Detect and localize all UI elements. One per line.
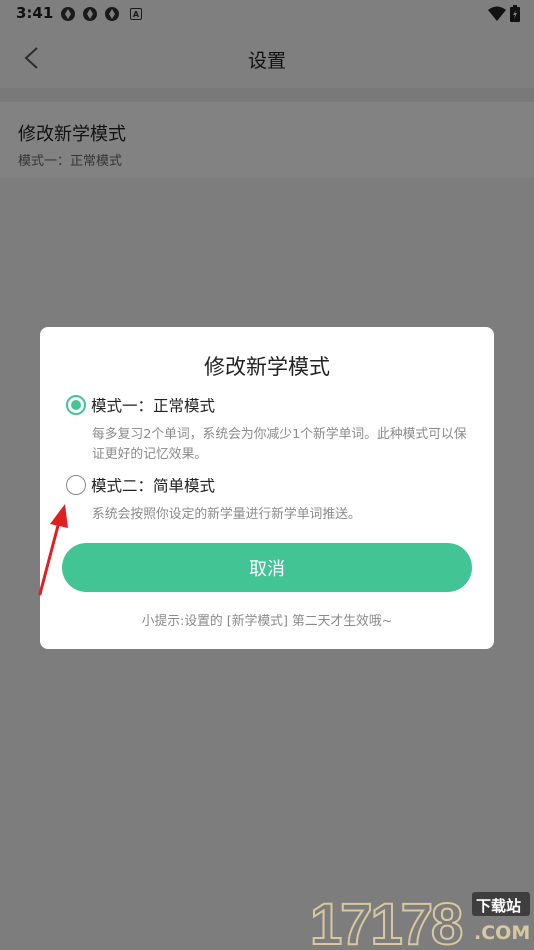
- option-description: 每多复习2个单词，系统会为你减少1个新学单词。此种模式可以保证更好的记忆效果。: [92, 427, 467, 462]
- radio-unchecked-icon[interactable]: [66, 475, 86, 495]
- annotation-arrow-icon: [38, 504, 68, 596]
- option-description: 系统会按照你设定的新学量进行新学单词推送。: [92, 507, 361, 522]
- mode-dialog: 修改新学模式 模式一：正常模式 每多复习2个单词，系统会为你减少1个新学单词。此…: [40, 327, 494, 649]
- option-row[interactable]: 模式二：简单模式: [66, 473, 476, 497]
- radio-checked-icon[interactable]: [66, 395, 86, 415]
- svg-text:17178: 17178: [310, 892, 462, 950]
- watermark-logo: 17178 下载站 .COM: [308, 888, 534, 950]
- option-row[interactable]: 模式一：正常模式: [66, 393, 476, 417]
- watermark-domain: .COM: [474, 922, 531, 944]
- option-label: 模式二：简单模式: [91, 477, 216, 495]
- cancel-button[interactable]: 取消: [62, 543, 472, 592]
- mode-option-simple[interactable]: 模式二：简单模式 系统会按照你设定的新学量进行新学单词推送。: [66, 473, 476, 525]
- dialog-title: 修改新学模式: [204, 355, 330, 379]
- option-label: 模式一：正常模式: [91, 397, 216, 415]
- mode-option-normal[interactable]: 模式一：正常模式 每多复习2个单词，系统会为你减少1个新学单词。此种模式可以保证…: [66, 393, 476, 465]
- watermark-tag: 下载站: [476, 897, 522, 915]
- dialog-tip: 小提示:设置的 [新学模式] 第二天才生效哦~: [141, 614, 393, 629]
